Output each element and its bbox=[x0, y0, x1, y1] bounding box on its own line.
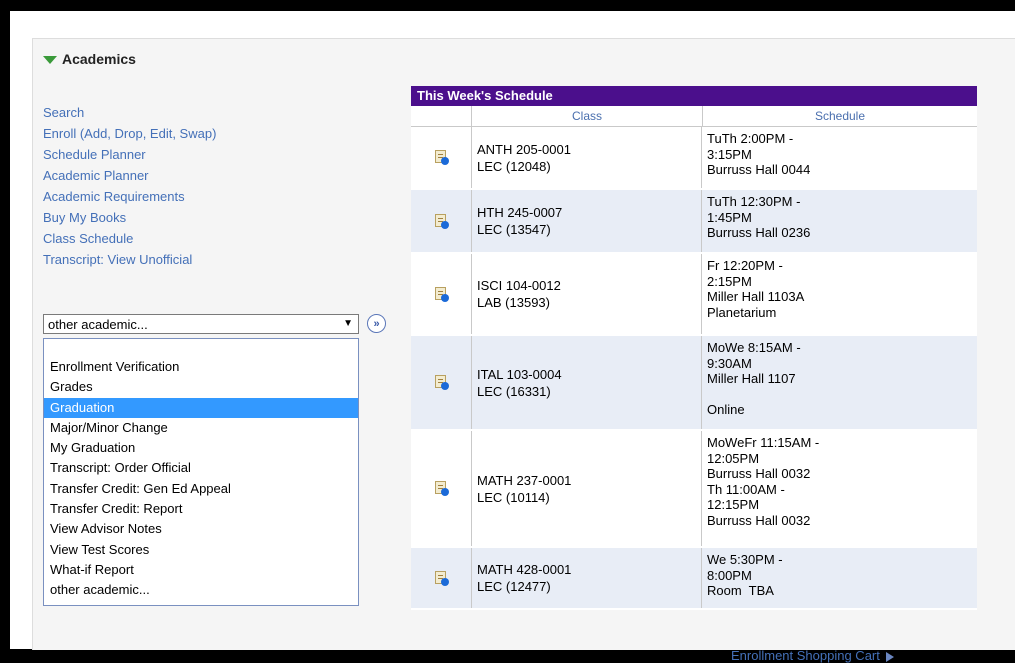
course-section: LEC (16331) bbox=[477, 383, 551, 399]
class-details-icon[interactable] bbox=[434, 481, 449, 496]
schedule-line: Burruss Hall 0044 bbox=[707, 162, 811, 177]
dropdown-option[interactable]: Transfer Credit: Report bbox=[44, 499, 358, 519]
schedule-row: MATH 428-0001 LEC (12477) We 5:30PM - 8:… bbox=[411, 548, 977, 610]
schedule-line: 12:05PM bbox=[707, 450, 760, 466]
class-details-icon[interactable] bbox=[434, 570, 449, 586]
go-button[interactable]: » bbox=[367, 314, 386, 333]
dropdown-option[interactable]: Major/Minor Change bbox=[44, 418, 358, 438]
schedule-title: This Week's Schedule bbox=[411, 86, 977, 106]
course-section: LEC (12477) bbox=[477, 579, 551, 594]
class-details-icon[interactable] bbox=[434, 286, 449, 302]
dropdown-option[interactable]: Transfer Credit: Gen Ed Appeal bbox=[44, 479, 358, 499]
select-value: other academic... bbox=[48, 316, 148, 332]
course-code: ISCI 104-0012 bbox=[477, 278, 561, 293]
link-transcript-view-unofficial[interactable]: Transcript: View Unofficial bbox=[43, 249, 216, 270]
academics-section: Academics Search Enroll (Add, Drop, Edit… bbox=[32, 38, 1015, 663]
course-section: LEC (13547) bbox=[477, 222, 551, 237]
schedule-line: Fr 12:20PM - bbox=[707, 258, 783, 273]
academic-links: Search Enroll (Add, Drop, Edit, Swap) Sc… bbox=[43, 102, 216, 270]
course-section: LEC (12048) bbox=[477, 158, 551, 174]
dropdown-option[interactable]: Grades bbox=[44, 377, 358, 397]
other-academic-select[interactable]: other academic... ▼ bbox=[43, 314, 359, 334]
course-section: LAB (13593) bbox=[477, 295, 550, 310]
course-code: HTH 245-0007 bbox=[477, 205, 563, 220]
dropdown-option[interactable]: Transcript: Order Official bbox=[44, 458, 358, 478]
dropdown-arrow-icon[interactable]: ▼ bbox=[343, 318, 353, 329]
schedule-line: Burruss Hall 0032 bbox=[707, 512, 811, 528]
link-search[interactable]: Search bbox=[43, 102, 216, 123]
schedule-line bbox=[707, 387, 971, 403]
academics-panel: Academics Search Enroll (Add, Drop, Edit… bbox=[10, 9, 1015, 663]
class-details-icon[interactable] bbox=[434, 213, 449, 229]
course-code: MATH 428-0001 bbox=[477, 562, 572, 577]
schedule-line: 2:15PM bbox=[707, 273, 752, 289]
schedule-column-header: Class Schedule bbox=[411, 106, 977, 127]
schedule-line: Room TBA bbox=[707, 583, 774, 598]
link-buy-my-books[interactable]: Buy My Books bbox=[43, 207, 216, 228]
link-academic-planner[interactable]: Academic Planner bbox=[43, 165, 216, 186]
schedule-row: ANTH 205-0001 LEC (12048) TuTh 2:00PM - … bbox=[411, 127, 977, 190]
enrollment-shopping-cart-link[interactable]: Enrollment Shopping Cart bbox=[731, 648, 894, 663]
class-column-header: Class bbox=[472, 106, 703, 126]
schedule-line: 3:15PM bbox=[707, 146, 752, 162]
schedule-line: Miller Hall 1107 bbox=[707, 371, 796, 386]
play-arrow-icon bbox=[885, 651, 894, 662]
icon-column-header bbox=[411, 106, 472, 126]
schedule-line: Planetarium bbox=[707, 304, 777, 320]
schedule-line: MoWeFr 11:15AM - bbox=[707, 435, 820, 450]
schedule-line: Th 11:00AM - bbox=[707, 481, 785, 497]
double-chevron-right-icon: » bbox=[373, 317, 380, 330]
class-details-icon[interactable] bbox=[434, 375, 449, 390]
section-title: Academics bbox=[62, 51, 136, 67]
schedule-line: Online bbox=[707, 402, 745, 417]
section-header[interactable]: Academics bbox=[43, 49, 136, 69]
schedule-line: Miller Hall 1103A bbox=[707, 289, 805, 304]
schedule-row: MATH 237-0001 LEC (10114) MoWeFr 11:15AM… bbox=[411, 431, 977, 548]
schedule-line: Burruss Hall 0236 bbox=[707, 225, 811, 240]
course-code: ANTH 205-0001 bbox=[477, 141, 571, 157]
link-class-schedule[interactable]: Class Schedule bbox=[43, 228, 216, 249]
schedule-row: ITAL 103-0004 LEC (16331) MoWe 8:15AM - … bbox=[411, 336, 977, 431]
dropdown-option[interactable]: View Test Scores bbox=[44, 540, 358, 560]
weekly-schedule: This Week's Schedule Class Schedule ANTH… bbox=[411, 86, 977, 610]
collapse-triangle-icon[interactable] bbox=[43, 56, 57, 64]
schedule-line: 1:45PM bbox=[707, 209, 752, 225]
dropdown-option[interactable]: My Graduation bbox=[44, 438, 358, 458]
schedule-line: MoWe 8:15AM - bbox=[707, 340, 801, 355]
link-academic-requirements[interactable]: Academic Requirements bbox=[43, 186, 216, 207]
link-schedule-planner[interactable]: Schedule Planner bbox=[43, 144, 216, 165]
dropdown-option[interactable]: View Advisor Notes bbox=[44, 519, 358, 539]
schedule-line: 12:15PM bbox=[707, 497, 760, 512]
course-code: ITAL 103-0004 bbox=[477, 366, 562, 382]
schedule-row: ISCI 104-0012 LAB (13593) Fr 12:20PM - 2… bbox=[411, 254, 977, 336]
schedule-line: We 5:30PM - bbox=[707, 552, 783, 567]
cart-link-label: Enrollment Shopping Cart bbox=[731, 648, 880, 663]
schedule-line: TuTh 12:30PM - bbox=[707, 194, 801, 209]
course-section: LEC (10114) bbox=[477, 489, 550, 505]
dropdown-option[interactable]: Graduation bbox=[44, 397, 358, 418]
schedule-row: HTH 245-0007 LEC (13547) TuTh 12:30PM - … bbox=[411, 190, 977, 254]
dropdown-option[interactable]: other academic... bbox=[44, 580, 358, 600]
schedule-line: TuTh 2:00PM - bbox=[707, 131, 794, 146]
course-code: MATH 237-0001 bbox=[477, 472, 572, 488]
class-details-icon[interactable] bbox=[434, 150, 449, 165]
dropdown-list: Enrollment Verification Grades Graduatio… bbox=[43, 338, 359, 606]
dropdown-option[interactable]: Enrollment Verification bbox=[44, 357, 358, 377]
schedule-line: 8:00PM bbox=[707, 567, 752, 583]
link-enroll[interactable]: Enroll (Add, Drop, Edit, Swap) bbox=[43, 123, 216, 144]
schedule-line: 9:30AM bbox=[707, 355, 752, 371]
schedule-column-header-label: Schedule bbox=[814, 109, 866, 123]
dropdown-option[interactable]: What-if Report bbox=[44, 560, 358, 580]
schedule-line: Burruss Hall 0032 bbox=[707, 466, 811, 481]
